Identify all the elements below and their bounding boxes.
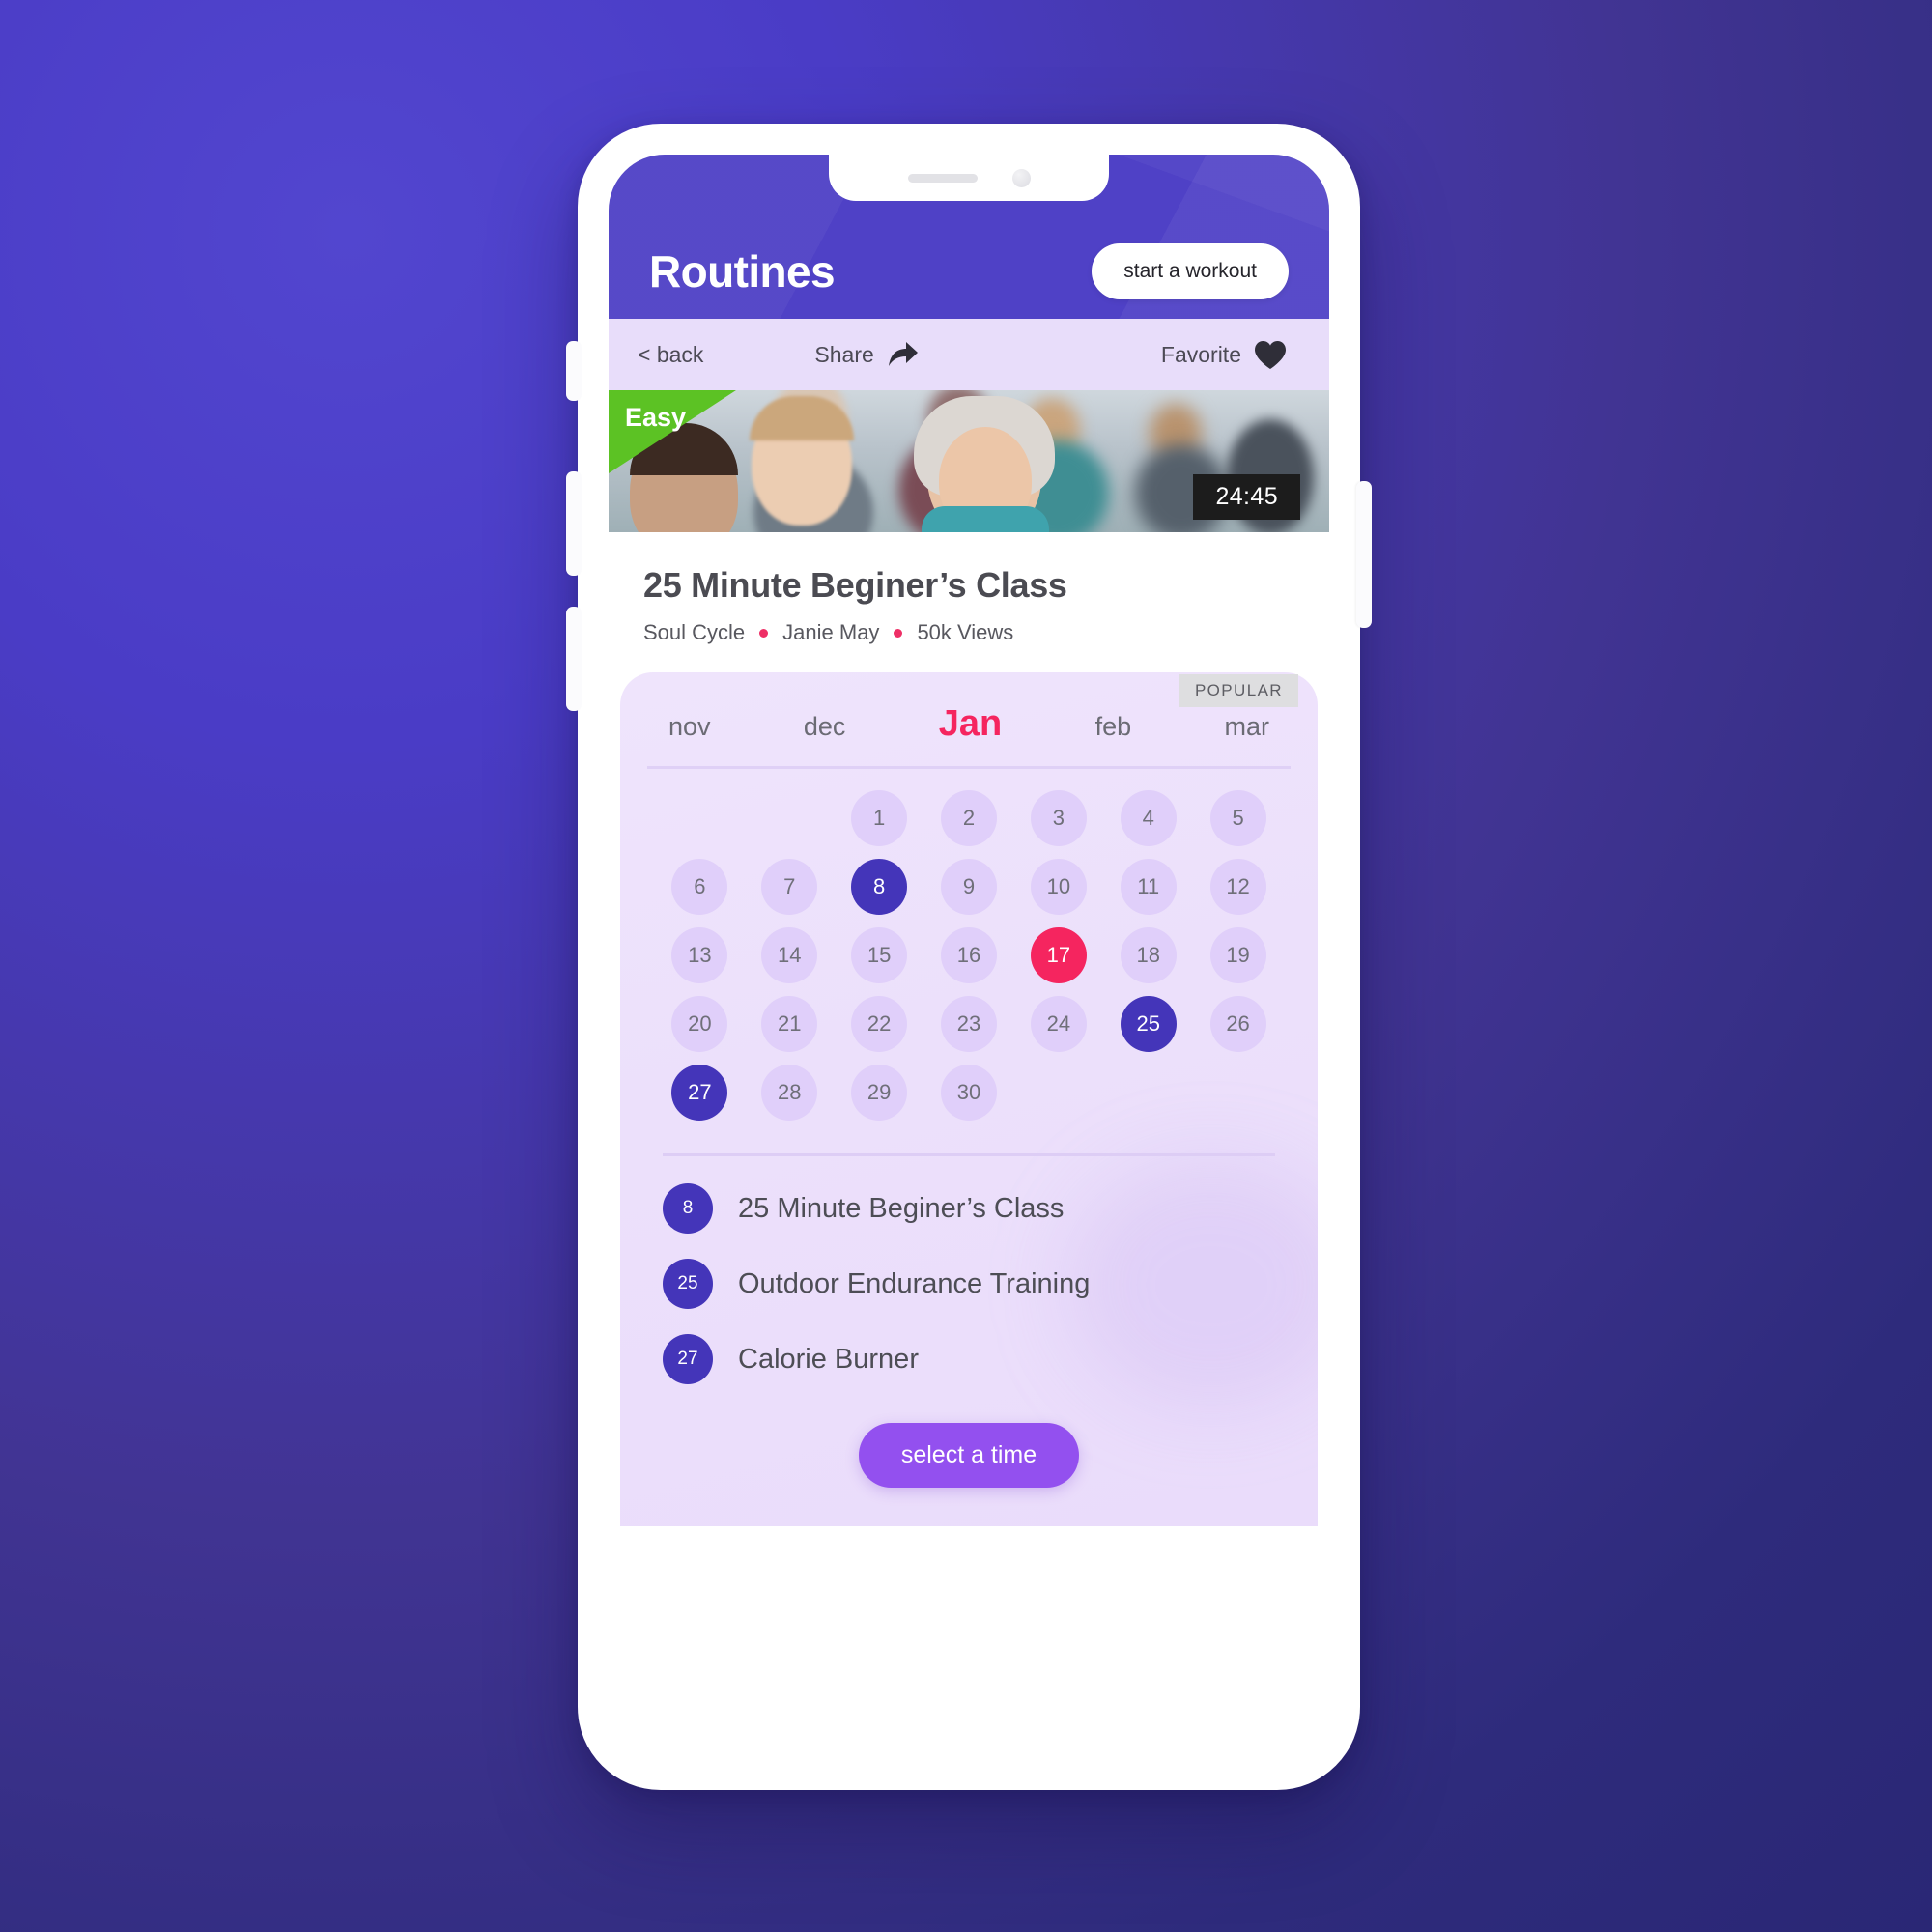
start-workout-button[interactable]: start a workout	[1092, 243, 1289, 299]
event-row[interactable]: 8 25 Minute Beginer’s Class	[663, 1183, 1275, 1234]
select-time-button[interactable]: select a time	[858, 1423, 1080, 1488]
calendar-day-9[interactable]: 9	[940, 859, 997, 915]
favorite-button[interactable]: Favorite	[1161, 340, 1287, 370]
event-row[interactable]: 25 Outdoor Endurance Training	[663, 1259, 1275, 1309]
meta-separator-dot-icon	[759, 628, 769, 638]
month-tab-Jan[interactable]: Jan	[939, 703, 1002, 745]
routine-instructor: Janie May	[782, 620, 880, 644]
share-button[interactable]: Share	[814, 340, 919, 369]
calendar-day-27[interactable]: 27	[671, 1065, 728, 1121]
phone-device-frame: Routines start a workout < back Share Fa…	[566, 124, 1372, 1790]
app-header-row: Routines start a workout	[609, 243, 1329, 299]
heart-icon	[1254, 340, 1287, 370]
calendar-day-29[interactable]: 29	[851, 1065, 908, 1121]
calendar-day-7[interactable]: 7	[761, 859, 818, 915]
calendar-day-22[interactable]: 22	[851, 996, 908, 1052]
event-row[interactable]: 27 Calorie Burner	[663, 1334, 1275, 1384]
calendar-day-17[interactable]: 17	[1030, 927, 1087, 983]
calendar-day-empty	[761, 790, 817, 846]
calendar-day-4[interactable]: 4	[1120, 790, 1177, 846]
calendar-day-12[interactable]: 12	[1209, 859, 1266, 915]
silent-switch-button[interactable]	[566, 341, 582, 401]
calendar-day-5[interactable]: 5	[1209, 790, 1266, 846]
calendar-day-26[interactable]: 26	[1209, 996, 1266, 1052]
event-day-badge: 25	[663, 1259, 713, 1309]
event-day-badge: 27	[663, 1334, 713, 1384]
event-name: Calorie Burner	[738, 1343, 919, 1375]
meta-separator-dot-icon	[894, 628, 903, 638]
front-camera-icon	[1011, 168, 1031, 187]
routine-title: 25 Minute Beginer’s Class	[643, 565, 1067, 605]
difficulty-label: Easy	[625, 403, 687, 432]
calendar-day-1[interactable]: 1	[851, 790, 908, 846]
calendar-day-13[interactable]: 13	[671, 927, 728, 983]
power-button[interactable]	[1356, 481, 1372, 628]
calendar-day-18[interactable]: 18	[1120, 927, 1177, 983]
calendar-day-20[interactable]: 20	[671, 996, 728, 1052]
share-label: Share	[814, 341, 874, 367]
calendar-day-21[interactable]: 21	[761, 996, 818, 1052]
month-tab-feb[interactable]: feb	[1095, 712, 1132, 742]
calendar-day-16[interactable]: 16	[940, 927, 997, 983]
routine-studio: Soul Cycle	[643, 620, 746, 644]
calendar-day-24[interactable]: 24	[1030, 996, 1087, 1052]
calendar-day-grid[interactable]: 1 2 3 4 5 6 7 8 9 10 11 12 13 14 15 16 17 18 19 20 21 22 23 24 2…	[647, 769, 1291, 1121]
calendar-day-30[interactable]: 30	[940, 1065, 997, 1121]
calendar-day-8[interactable]: 8	[851, 859, 908, 915]
calendar-day-empty	[671, 790, 727, 846]
month-selector[interactable]: nov dec Jan feb mar	[647, 703, 1291, 769]
duration-badge: 24:45	[1193, 474, 1300, 520]
volume-up-button[interactable]	[566, 471, 582, 576]
calendar-day-6[interactable]: 6	[671, 859, 728, 915]
calendar-day-23[interactable]: 23	[940, 996, 997, 1052]
calendar-day-25[interactable]: 25	[1120, 996, 1177, 1052]
event-name: Outdoor Endurance Training	[738, 1267, 1091, 1299]
routine-views: 50k Views	[917, 620, 1014, 644]
phone-screen: Routines start a workout < back Share Fa…	[609, 155, 1329, 1759]
volume-down-button[interactable]	[566, 607, 582, 711]
month-tab-mar[interactable]: mar	[1225, 712, 1270, 742]
select-time-container: select a time	[647, 1409, 1291, 1526]
action-bar: < back Share Favorite	[609, 319, 1329, 390]
calendar-day-15[interactable]: 15	[851, 927, 908, 983]
calendar-day-11[interactable]: 11	[1120, 859, 1177, 915]
earpiece-speaker-icon	[907, 173, 978, 183]
favorite-label: Favorite	[1160, 341, 1241, 367]
phone-notch	[829, 155, 1109, 201]
page-title: Routines	[649, 246, 836, 297]
calendar-day-14[interactable]: 14	[761, 927, 818, 983]
popular-badge: POPULAR	[1179, 674, 1298, 707]
calendar-day-2[interactable]: 2	[940, 790, 997, 846]
event-name: 25 Minute Beginer’s Class	[738, 1192, 1065, 1224]
routine-detail: POPULAR 25 Minute Beginer’s Class Soul C…	[609, 532, 1329, 707]
calendar-day-19[interactable]: 19	[1209, 927, 1266, 983]
event-day-badge: 8	[663, 1183, 713, 1234]
back-button[interactable]: < back	[638, 342, 703, 368]
month-tab-dec[interactable]: dec	[804, 712, 846, 742]
calendar-card: nov dec Jan feb mar 1 2 3 4 5 6 7 8 9 10 11 12 13 14 15 16 1…	[620, 672, 1318, 1526]
routine-meta: Soul Cycle Janie May 50k Views	[643, 620, 1294, 645]
share-arrow-icon	[887, 340, 920, 369]
calendar-day-3[interactable]: 3	[1030, 790, 1087, 846]
scheduled-event-list: 8 25 Minute Beginer’s Class 25 Outdoor Endu…	[647, 1156, 1291, 1384]
calendar-day-10[interactable]: 10	[1030, 859, 1087, 915]
month-tab-nov[interactable]: nov	[668, 712, 711, 742]
calendar-day-28[interactable]: 28	[761, 1065, 818, 1121]
routine-hero-image: Easy 24:45	[609, 390, 1329, 532]
